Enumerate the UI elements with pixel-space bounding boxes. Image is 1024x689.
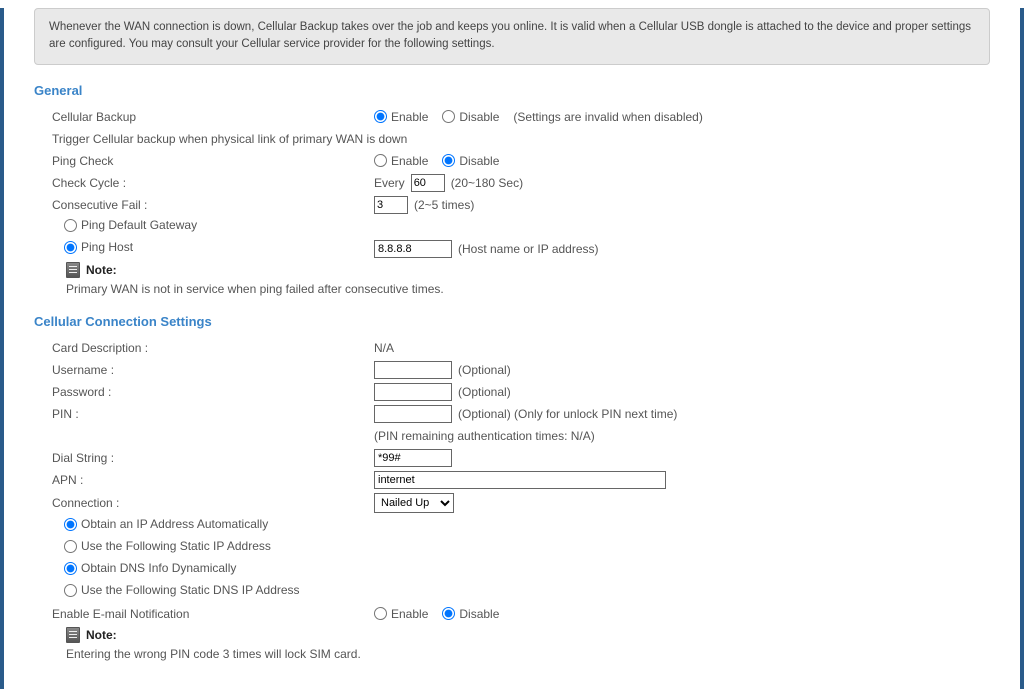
dial-label: Dial String : [34, 451, 374, 465]
email-disable-label: Disable [459, 607, 499, 621]
trigger-text: Trigger Cellular backup when physical li… [34, 128, 990, 150]
ping-check-label: Ping Check [34, 154, 374, 168]
check-cycle-hint: (20~180 Sec) [451, 176, 523, 190]
consecutive-fail-hint: (2~5 times) [414, 198, 474, 212]
card-desc-label: Card Description : [34, 341, 374, 355]
email-enable-label: Enable [391, 607, 428, 621]
ping-disable-label: Disable [459, 154, 499, 168]
dial-input[interactable] [374, 449, 452, 467]
section-cellular-title: Cellular Connection Settings [34, 314, 990, 329]
password-hint: (Optional) [458, 385, 511, 399]
static-ip-radio[interactable] [64, 540, 77, 553]
ping-host-hint: (Host name or IP address) [458, 242, 599, 256]
section-general-title: General [34, 83, 990, 98]
ping-host-radio[interactable] [64, 241, 77, 254]
obtain-ip-auto-label: Obtain an IP Address Automatically [81, 517, 268, 531]
ping-host-input[interactable] [374, 240, 452, 258]
password-input[interactable] [374, 383, 452, 401]
note-text-general: Primary WAN is not in service when ping … [34, 278, 990, 304]
pin-label: PIN : [34, 407, 374, 421]
note-icon [66, 627, 80, 643]
enable-label: Enable [391, 110, 428, 124]
apn-label: APN : [34, 473, 374, 487]
card-desc-value: N/A [374, 341, 394, 355]
info-box: Whenever the WAN connection is down, Cel… [34, 8, 990, 65]
username-input[interactable] [374, 361, 452, 379]
disabled-hint: (Settings are invalid when disabled) [513, 110, 702, 124]
ping-check-disable-radio[interactable] [442, 154, 455, 167]
username-hint: (Optional) [458, 363, 511, 377]
apn-input[interactable] [374, 471, 666, 489]
ping-host-label: Ping Host [81, 240, 133, 254]
pin-remaining: (PIN remaining authentication times: N/A… [374, 429, 595, 443]
ping-default-gateway-radio[interactable] [64, 219, 77, 232]
static-dns-radio[interactable] [64, 584, 77, 597]
consecutive-fail-input[interactable] [374, 196, 408, 214]
email-enable-radio[interactable] [374, 607, 387, 620]
obtain-dns-auto-radio[interactable] [64, 562, 77, 575]
static-ip-label: Use the Following Static IP Address [81, 539, 271, 553]
cellular-backup-disable-radio[interactable] [442, 110, 455, 123]
ping-enable-label: Enable [391, 154, 428, 168]
obtain-ip-auto-radio[interactable] [64, 518, 77, 531]
check-cycle-label: Check Cycle : [34, 176, 374, 190]
cellular-backup-label: Cellular Backup [34, 110, 374, 124]
check-cycle-prefix: Every [374, 176, 405, 190]
note-label-cellular: Note: [86, 628, 117, 642]
email-notif-label: Enable E-mail Notification [34, 607, 374, 621]
connection-label: Connection : [34, 496, 374, 510]
check-cycle-input[interactable] [411, 174, 445, 192]
note-label-general: Note: [86, 263, 117, 277]
cellular-backup-enable-radio[interactable] [374, 110, 387, 123]
pin-input[interactable] [374, 405, 452, 423]
note-text-cellular: Entering the wrong PIN code 3 times will… [34, 643, 990, 669]
ping-default-gateway-label: Ping Default Gateway [81, 218, 197, 232]
obtain-dns-auto-label: Obtain DNS Info Dynamically [81, 561, 236, 575]
disable-label: Disable [459, 110, 499, 124]
connection-select[interactable]: Nailed Up [374, 493, 454, 513]
info-text: Whenever the WAN connection is down, Cel… [49, 21, 971, 50]
ping-check-enable-radio[interactable] [374, 154, 387, 167]
static-dns-label: Use the Following Static DNS IP Address [81, 583, 300, 597]
username-label: Username : [34, 363, 374, 377]
consecutive-fail-label: Consecutive Fail : [34, 198, 374, 212]
password-label: Password : [34, 385, 374, 399]
note-icon [66, 262, 80, 278]
pin-hint: (Optional) (Only for unlock PIN next tim… [458, 407, 677, 421]
email-disable-radio[interactable] [442, 607, 455, 620]
